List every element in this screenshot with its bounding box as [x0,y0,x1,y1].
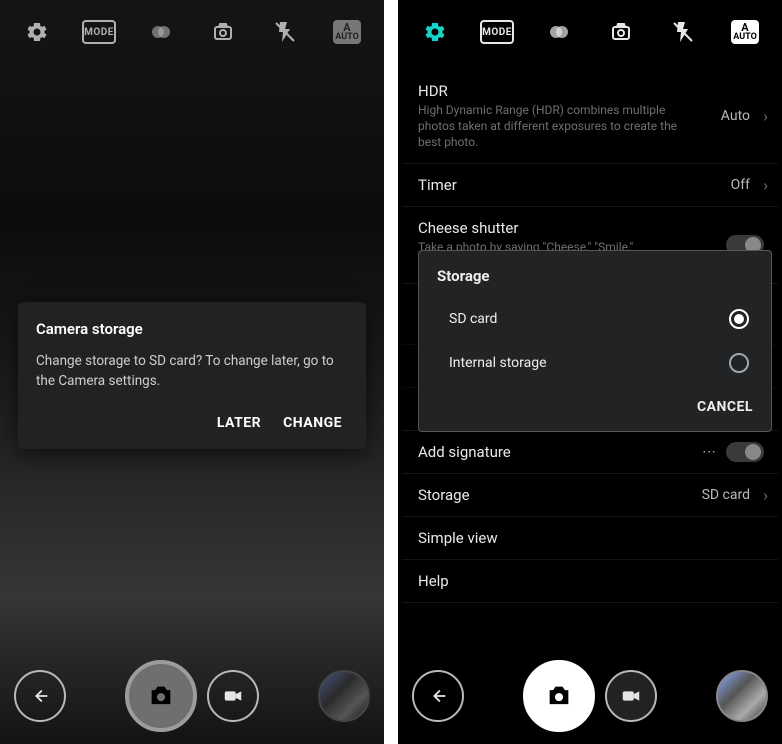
filter-icon[interactable] [144,15,178,49]
flash-icon[interactable] [268,15,302,49]
settings-icon[interactable] [418,15,452,49]
radio-icon [729,353,749,373]
chevron-right-icon: › [763,175,768,194]
radio-icon [729,309,749,329]
left-screen: MODE AAUTO Camera storage Change storage… [0,0,384,744]
filter-icon[interactable] [542,15,576,49]
back-button[interactable] [412,670,464,722]
camera-storage-dialog: Camera storage Change storage to SD card… [18,302,366,449]
back-button[interactable] [14,670,66,722]
chevron-right-icon: › [763,486,768,505]
row-storage[interactable]: Storage SD card › [402,474,778,517]
option-sd-card[interactable]: SD card [419,297,771,341]
settings-icon[interactable] [20,15,54,49]
switch-camera-icon[interactable] [206,15,240,49]
row-timer[interactable]: Timer Off › [402,164,778,207]
mode-icon[interactable]: MODE [82,15,116,49]
flash-icon[interactable] [666,15,700,49]
right-screen: MODE AAUTO HDR High Dynamic Range (HDR) … [398,0,782,744]
row-signature[interactable]: Add signature ⋯ [402,431,778,474]
storage-popover: Storage SD card Internal storage CANCEL [418,250,772,432]
popover-actions: CANCEL [419,385,771,425]
popover-title: Storage [419,251,771,297]
row-hdr[interactable]: HDR High Dynamic Range (HDR) combines mu… [402,70,778,164]
shutter-button[interactable] [523,660,595,732]
video-button[interactable] [207,670,259,722]
toggle[interactable] [726,442,764,462]
later-button[interactable]: LATER [217,415,261,431]
video-button[interactable] [605,670,657,722]
auto-icon[interactable]: AAUTO [728,15,762,49]
option-internal-storage[interactable]: Internal storage [419,341,771,385]
cancel-button[interactable]: CANCEL [697,399,753,415]
gallery-thumbnail[interactable] [318,670,370,722]
left-bottombar [0,648,384,744]
dialog-actions: LATER CHANGE [36,409,348,439]
gallery-thumbnail[interactable] [716,670,768,722]
switch-camera-icon[interactable] [604,15,638,49]
auto-icon[interactable]: AAUTO [330,15,364,49]
right-bottombar [398,648,782,744]
left-topbar: MODE AAUTO [0,0,384,64]
row-simple[interactable]: Simple view [402,517,778,560]
mode-icon[interactable]: MODE [480,15,514,49]
dialog-title: Camera storage [36,320,348,338]
row-help[interactable]: Help [402,560,778,603]
shutter-button[interactable] [125,660,197,732]
right-topbar: MODE AAUTO [398,0,782,64]
more-icon[interactable]: ⋯ [702,444,718,460]
dialog-body: Change storage to SD card? To change lat… [36,352,348,391]
change-button[interactable]: CHANGE [283,415,342,431]
chevron-right-icon: › [763,107,768,126]
